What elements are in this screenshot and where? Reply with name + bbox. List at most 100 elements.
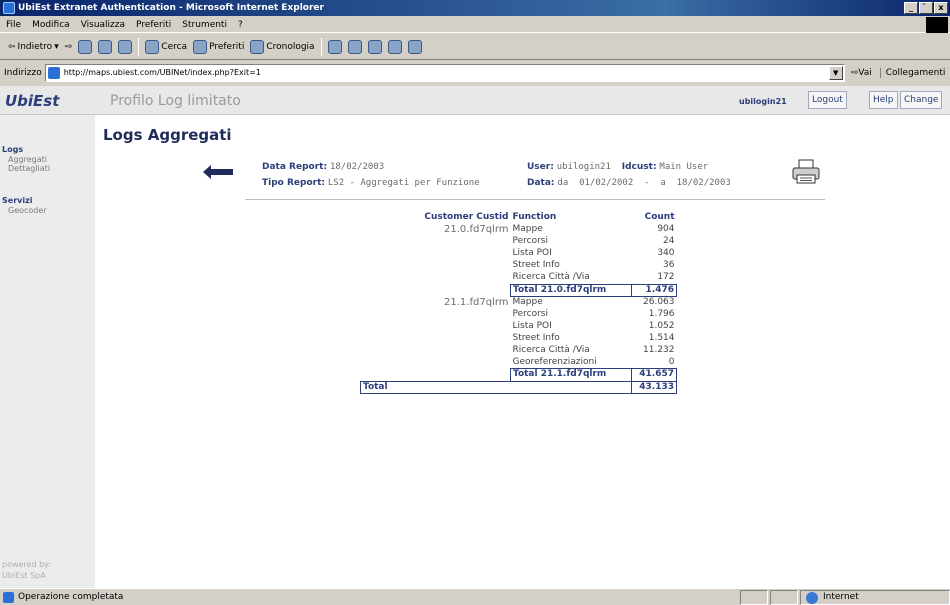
function-cell: Ricerca Città /Via xyxy=(512,344,590,355)
main-panel: Logs Aggregati Data Report: 18/02/2003 T… xyxy=(95,115,950,588)
custid-cell: 21.0.fd7qlrm xyxy=(444,224,509,236)
change-button[interactable]: Change xyxy=(900,91,943,109)
back-button[interactable]: ⇦ Indietro ▾ xyxy=(8,42,59,52)
discuss-button[interactable] xyxy=(387,39,402,54)
user-field: User: ubilogin21 Idcust: Main User xyxy=(527,162,708,172)
date-range-field: Data: da 01/02/2002 - a 18/02/2003 xyxy=(527,178,731,188)
menu-strumenti[interactable]: Strumenti xyxy=(182,20,227,30)
menu-file[interactable]: File xyxy=(6,20,21,30)
sidebar-item-aggregati[interactable]: Aggregati xyxy=(8,155,47,164)
status-bar: Operazione completata Internet xyxy=(0,588,950,605)
subtotal-label: Total 21.0.fd7qlrm xyxy=(510,283,632,297)
mail-button[interactable] xyxy=(327,39,342,54)
home-icon xyxy=(118,39,133,54)
refresh-button[interactable] xyxy=(98,39,113,54)
forward-button[interactable]: ⇨ xyxy=(65,42,73,52)
zone-label: Internet xyxy=(823,591,859,602)
function-cell: Percorsi xyxy=(512,308,549,319)
address-input[interactable]: http://maps.ubiest.com/UBINet/index.php?… xyxy=(44,64,845,82)
column-header-custid: Customer Custid xyxy=(424,212,509,223)
favorites-icon xyxy=(193,39,208,54)
status-text: Operazione completata xyxy=(18,592,124,602)
table-row: 21.1.fd7qlrm Mappe 26.063 xyxy=(361,297,677,309)
report-heading: Logs Aggregati xyxy=(103,126,232,144)
print-button[interactable] xyxy=(347,39,362,54)
data-report-value: 18/02/2003 xyxy=(329,162,385,172)
tipo-report-value: LS2 - Aggregati per Funzione xyxy=(327,178,480,188)
count-cell: 0 xyxy=(668,356,675,367)
count-cell: 36 xyxy=(663,260,675,271)
back-label: Indietro xyxy=(17,41,53,52)
subtotal-row: Total 21.0.fd7qlrm 1.476 xyxy=(361,283,677,297)
function-cell: Street Info xyxy=(512,260,560,271)
history-label: Cronologia xyxy=(266,41,315,52)
stop-icon xyxy=(78,39,93,54)
home-button[interactable] xyxy=(118,39,133,54)
window-title: UbiEst Extranet Authentication - Microso… xyxy=(18,3,324,13)
function-cell: Ricerca Città /Via xyxy=(512,272,590,282)
close-button[interactable]: x xyxy=(934,2,948,14)
logout-button[interactable]: Logout xyxy=(808,91,847,109)
table-row: Lista POI 1.052 xyxy=(361,321,677,333)
user-value: ubilogin21 xyxy=(556,162,611,172)
powered-by-label: powered by: xyxy=(2,560,52,569)
help-button[interactable]: Help xyxy=(869,91,898,109)
stop-button[interactable] xyxy=(78,39,93,54)
table-row: Lista POI 340 xyxy=(361,248,677,260)
function-cell: Street Info xyxy=(512,332,560,343)
refresh-icon xyxy=(98,39,113,54)
current-user: ubilogin21 xyxy=(739,97,787,106)
function-cell: Mappe xyxy=(512,297,543,307)
table-row: Street Info 36 xyxy=(361,260,677,272)
edit-button[interactable] xyxy=(367,39,382,54)
chevron-down-icon[interactable]: ▼ xyxy=(828,66,843,80)
menu-help[interactable]: ? xyxy=(238,20,243,30)
search-button[interactable]: Cerca xyxy=(145,39,187,54)
history-icon xyxy=(250,39,265,54)
printer-icon[interactable] xyxy=(791,159,821,185)
idcust-value: Main User xyxy=(659,162,709,172)
brand-logo: UbiEst xyxy=(5,92,60,110)
grand-total-row: Total 43.133 xyxy=(360,380,677,394)
history-button[interactable]: Cronologia xyxy=(250,39,315,54)
function-cell: Georeferenziazioni xyxy=(512,356,597,367)
count-cell: 1.796 xyxy=(648,308,675,319)
count-cell: 340 xyxy=(657,248,675,259)
grand-total-value: 43.133 xyxy=(631,380,677,394)
back-arrow-icon[interactable] xyxy=(203,165,233,179)
function-cell: Lista POI xyxy=(512,320,552,331)
favorites-button[interactable]: Preferiti xyxy=(193,39,245,54)
table-row: Street Info 1.514 xyxy=(361,333,677,345)
menu-preferiti[interactable]: Preferiti xyxy=(136,20,171,30)
address-bar: Indirizzo http://maps.ubiest.com/UBINet/… xyxy=(0,61,950,85)
links-button[interactable]: Collegamenti xyxy=(879,68,945,78)
maximize-button[interactable]: ̈ xyxy=(919,2,933,14)
status-panel xyxy=(770,589,798,605)
page-title: Profilo Log limitato xyxy=(110,93,241,109)
messenger-button[interactable] xyxy=(407,39,422,54)
go-label: Vai xyxy=(858,68,872,78)
company-label: UbiEst SpA xyxy=(2,571,46,580)
count-cell: 26.063 xyxy=(643,297,675,307)
subtotal-row: Total 21.1.fd7qlrm 41.657 xyxy=(361,368,677,382)
favorites-label: Preferiti xyxy=(209,41,245,52)
count-cell: 24 xyxy=(663,236,675,247)
sidebar-item-geocoder[interactable]: Geocoder xyxy=(8,206,47,215)
toolbar: ⇦ Indietro ▾ ⇨ Cerca Preferiti Cronologi… xyxy=(0,34,950,60)
column-header-count: Count xyxy=(644,212,675,223)
globe-icon xyxy=(806,591,818,604)
menu-visualizza[interactable]: Visualizza xyxy=(81,20,125,30)
ie-icon xyxy=(3,2,15,14)
sidebar-item-dettagliati[interactable]: Dettagliati xyxy=(8,164,50,173)
menu-modifica[interactable]: Modifica xyxy=(32,20,70,30)
search-icon xyxy=(145,39,160,54)
browser-window: UbiEst Extranet Authentication - Microso… xyxy=(0,0,950,605)
address-url: http://maps.ubiest.com/UBINet/index.php?… xyxy=(63,68,261,77)
toolbar-divider xyxy=(320,37,322,56)
count-cell: 11.232 xyxy=(643,344,675,355)
table-row: Georeferenziazioni 0 xyxy=(361,357,677,369)
column-header-function: Function xyxy=(512,212,557,223)
minimize-button[interactable]: _ xyxy=(904,2,918,14)
go-button[interactable]: ⇨Vai xyxy=(851,68,872,78)
date-range-value: da 01/02/2002 - a 18/02/2003 xyxy=(557,178,731,188)
